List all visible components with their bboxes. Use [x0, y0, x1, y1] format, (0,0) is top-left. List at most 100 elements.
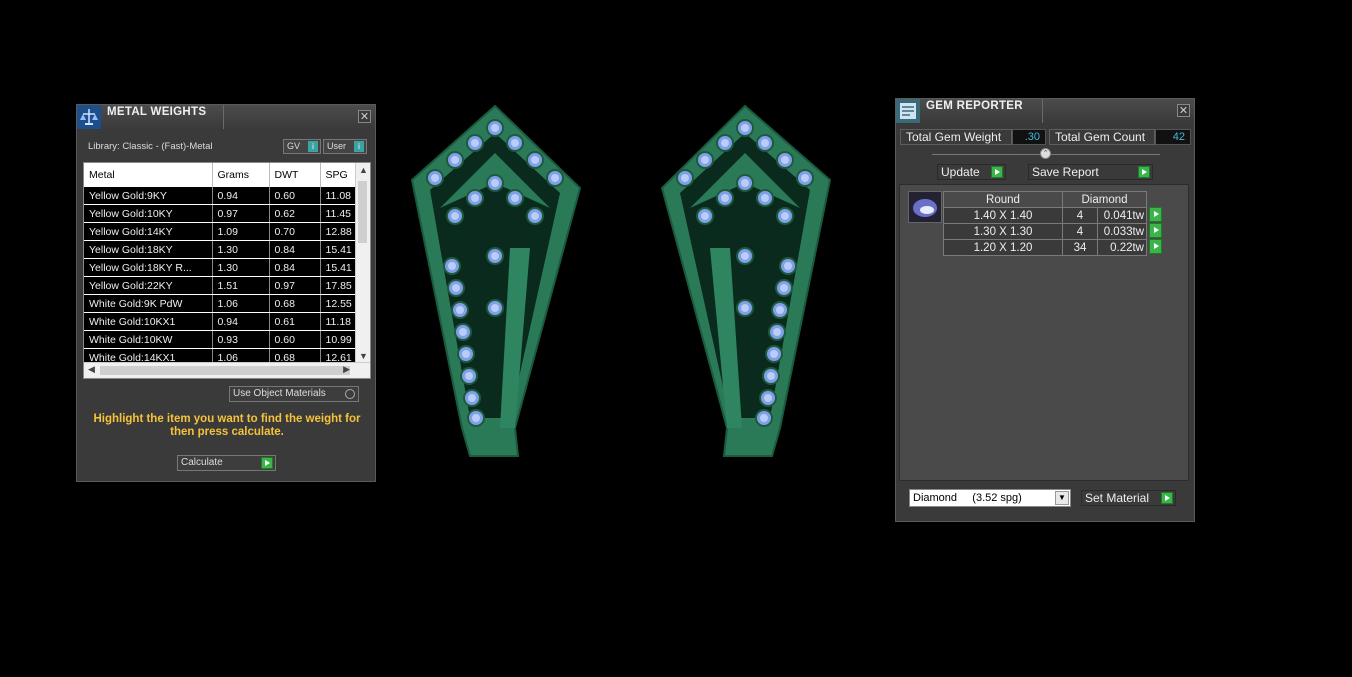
gem-row[interactable]: 1.30 X 1.30 4 0.033tw [943, 223, 1147, 240]
earring-right[interactable] [660, 104, 832, 457]
close-button[interactable]: ✕ [1177, 104, 1190, 117]
column-header-metal[interactable]: Metal [84, 163, 213, 187]
cell-spg: 12.88 [320, 222, 357, 241]
table-row[interactable]: White Gold:10KW 0.93 0.60 10.99 [84, 330, 357, 349]
update-button[interactable]: Update [937, 164, 1006, 180]
cell-weight: 0.033tw [1097, 223, 1147, 240]
cell-metal: Yellow Gold:18KY [84, 240, 213, 259]
play-icon [261, 457, 273, 469]
cell-weight: 0.22tw [1097, 239, 1147, 256]
user-label: User [327, 141, 347, 151]
earring-left[interactable] [410, 104, 582, 457]
cell-metal: White Gold:9K PdW [84, 294, 213, 313]
round-gem-icon [909, 192, 941, 222]
user-button[interactable]: User i [323, 139, 367, 154]
scale-icon [77, 105, 101, 129]
cell-size: 1.30 X 1.30 [943, 223, 1063, 240]
scroll-right-icon[interactable]: ▶ [343, 364, 350, 375]
gv-info-icon: i [308, 141, 318, 152]
total-gem-weight-label: Total Gem Weight [900, 129, 1012, 145]
horizontal-scrollbar[interactable]: ◀ ▶ [84, 362, 370, 378]
cell-dwt: 0.70 [269, 222, 321, 241]
table-row[interactable]: Yellow Gold:18KY R... 1.30 0.84 15.41 [84, 258, 357, 277]
library-label: Library: Classic - (Fast)-Metal [88, 141, 213, 152]
cell-dwt: 0.60 [269, 187, 321, 205]
table-row[interactable]: Yellow Gold:10KY 0.97 0.62 11.45 [84, 204, 357, 223]
close-button[interactable]: ✕ [358, 110, 371, 123]
table-row[interactable]: Yellow Gold:9KY 0.94 0.60 11.08 [84, 187, 357, 205]
cell-spg: 17.85 [320, 276, 357, 295]
cell-metal: Yellow Gold:22KY [84, 276, 213, 295]
cell-metal: Yellow Gold:10KY [84, 204, 213, 223]
gem-row-go-button[interactable] [1149, 223, 1162, 238]
play-icon [1138, 166, 1150, 178]
cell-grams: 1.51 [212, 276, 270, 295]
cell-dwt: 0.84 [269, 240, 321, 259]
cell-spg: 11.08 [320, 187, 357, 205]
scroll-down-icon[interactable]: ▼ [359, 351, 368, 361]
panel-title: GEM REPORTER [926, 100, 1023, 112]
gem-list-area: Round Diamond 1.40 X 1.40 4 0.041tw 1.30 X … [899, 184, 1189, 481]
save-report-label: Save Report [1032, 165, 1099, 179]
table-row[interactable]: Yellow Gold:22KY 1.51 0.97 17.85 [84, 276, 357, 295]
cell-count: 4 [1062, 223, 1098, 240]
column-header-dwt[interactable]: DWT [269, 163, 321, 187]
instruction-text: Highlight the item you want to find the … [93, 413, 361, 438]
cell-spg: 15.41 [320, 258, 357, 277]
cell-dwt: 0.84 [269, 258, 321, 277]
cell-grams: 1.30 [212, 240, 270, 259]
cell-grams: 0.94 [212, 312, 270, 331]
cell-spg: 10.99 [320, 330, 357, 349]
gem-table-header: Round Diamond [943, 191, 1147, 208]
table-row[interactable]: Yellow Gold:14KY 1.09 0.70 12.88 [84, 222, 357, 241]
cell-metal: Yellow Gold:14KY [84, 222, 213, 241]
vertical-scrollbar[interactable]: ▲ ▼ [355, 163, 370, 363]
play-icon [991, 166, 1003, 178]
save-report-button[interactable]: Save Report [1028, 164, 1153, 180]
metal-weights-titlebar[interactable]: METAL WEIGHTS ✕ [77, 105, 375, 129]
hscroll-thumb[interactable] [100, 366, 350, 375]
collapse-icon[interactable]: ⌃ [1040, 148, 1051, 159]
set-material-button[interactable]: Set Material [1081, 490, 1176, 506]
cell-size: 1.20 X 1.20 [943, 239, 1063, 256]
gem-report-icon [896, 99, 920, 123]
cell-weight: 0.041tw [1097, 207, 1147, 224]
scroll-up-icon[interactable]: ▲ [359, 165, 368, 175]
calculate-button[interactable]: Calculate [177, 455, 276, 471]
cell-grams: 0.94 [212, 187, 270, 205]
cell-dwt: 0.61 [269, 312, 321, 331]
title-separator [223, 105, 224, 129]
material-select[interactable]: Diamond (3.52 spg) ▼ [909, 489, 1071, 507]
cell-metal: Yellow Gold:9KY [84, 187, 213, 205]
cell-dwt: 0.97 [269, 276, 321, 295]
chevron-down-icon[interactable]: ▼ [1055, 491, 1069, 505]
gem-row-go-button[interactable] [1149, 239, 1162, 254]
table-row[interactable]: White Gold:9K PdW 1.06 0.68 12.55 [84, 294, 357, 313]
gem-row[interactable]: 1.20 X 1.20 34 0.22tw [943, 239, 1147, 256]
column-header-grams[interactable]: Grams [212, 163, 270, 187]
total-gem-count-value: 42 [1155, 129, 1191, 145]
cell-spg: 11.45 [320, 204, 357, 223]
gem-table: Round Diamond 1.40 X 1.40 4 0.041tw 1.30 X … [943, 191, 1147, 256]
play-icon [1161, 492, 1173, 504]
cell-spg: 15.41 [320, 240, 357, 259]
table-row[interactable]: Yellow Gold:18KY 1.30 0.84 15.41 [84, 240, 357, 259]
gem-reporter-titlebar[interactable]: GEM REPORTER ✕ [896, 99, 1194, 123]
use-object-materials-label: Use Object Materials [233, 388, 326, 399]
metal-table[interactable]: Metal Grams DWT SPG Yellow Gold:9KY 0.94 0… [83, 162, 371, 379]
use-object-materials-button[interactable]: Use Object Materials [229, 386, 359, 402]
gem-thumbnail[interactable] [908, 191, 942, 223]
table-row[interactable]: White Gold:10KX1 0.94 0.61 11.18 [84, 312, 357, 331]
cell-dwt: 0.62 [269, 204, 321, 223]
cell-grams: 0.97 [212, 204, 270, 223]
scroll-left-icon[interactable]: ◀ [88, 364, 95, 375]
column-header-spg[interactable]: SPG [320, 163, 357, 187]
gem-row[interactable]: 1.40 X 1.40 4 0.041tw [943, 207, 1147, 224]
cell-spg: 12.55 [320, 294, 357, 313]
cell-size: 1.40 X 1.40 [943, 207, 1063, 224]
gv-button[interactable]: GV i [283, 139, 321, 154]
3d-viewport[interactable] [400, 98, 850, 468]
gem-row-go-button[interactable] [1149, 207, 1162, 222]
update-label: Update [941, 165, 980, 179]
scroll-thumb[interactable] [358, 181, 367, 243]
